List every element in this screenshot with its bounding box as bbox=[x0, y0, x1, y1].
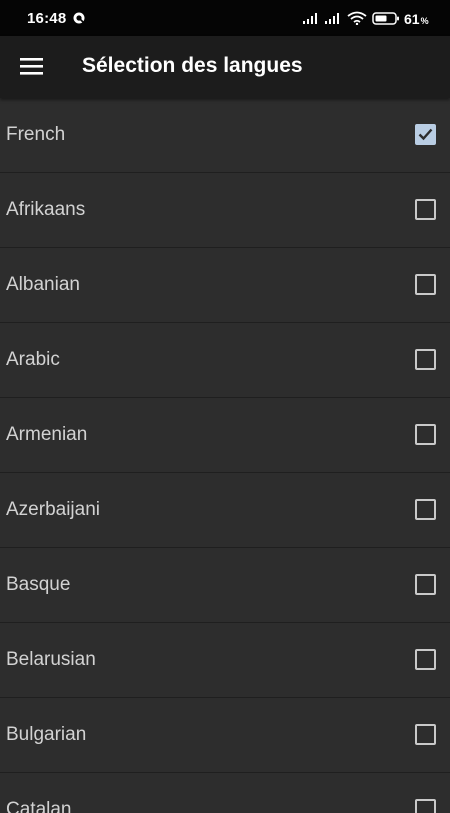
language-row[interactable]: Catalan bbox=[0, 773, 450, 813]
checkbox[interactable] bbox=[415, 424, 436, 445]
checkbox[interactable] bbox=[415, 799, 436, 813]
wifi-icon bbox=[347, 11, 367, 25]
checkbox[interactable] bbox=[415, 724, 436, 745]
battery-percentage: 61% bbox=[404, 11, 429, 27]
language-row[interactable]: French bbox=[0, 98, 450, 173]
page-title: Sélection des langues bbox=[82, 54, 303, 77]
language-label: Belarusian bbox=[6, 649, 96, 670]
notification-icon bbox=[73, 12, 85, 24]
checkbox[interactable] bbox=[415, 274, 436, 295]
language-label: Albanian bbox=[6, 274, 80, 295]
checkbox[interactable] bbox=[415, 199, 436, 220]
language-list: French Afrikaans Albanian Arabic Armenian Aze… bbox=[0, 98, 450, 813]
language-label: Afrikaans bbox=[6, 199, 86, 220]
language-label: Basque bbox=[6, 574, 71, 595]
language-label: Catalan bbox=[6, 799, 72, 813]
language-label: Azerbaijani bbox=[6, 499, 100, 520]
hamburger-menu-icon bbox=[20, 58, 43, 75]
language-label: French bbox=[6, 124, 66, 145]
signal-icon bbox=[325, 13, 339, 24]
language-row[interactable]: Armenian bbox=[0, 398, 450, 473]
language-label: Armenian bbox=[6, 424, 88, 445]
menu-button[interactable] bbox=[10, 43, 54, 91]
language-label: Bulgarian bbox=[6, 724, 87, 745]
checkmark-icon bbox=[418, 128, 433, 141]
battery-icon bbox=[372, 12, 399, 25]
checkbox-checked[interactable] bbox=[415, 124, 436, 145]
app-bar: Sélection des langues bbox=[0, 36, 450, 98]
language-row[interactable]: Afrikaans bbox=[0, 173, 450, 248]
checkbox[interactable] bbox=[415, 349, 436, 370]
signal-icon bbox=[303, 13, 317, 24]
language-label: Arabic bbox=[6, 349, 60, 370]
language-row[interactable]: Basque bbox=[0, 548, 450, 623]
language-row[interactable]: Albanian bbox=[0, 248, 450, 323]
language-row[interactable]: Azerbaijani bbox=[0, 473, 450, 548]
status-time: 16:48 bbox=[27, 10, 67, 27]
language-row[interactable]: Arabic bbox=[0, 323, 450, 398]
language-row[interactable]: Belarusian bbox=[0, 623, 450, 698]
checkbox[interactable] bbox=[415, 574, 436, 595]
checkbox[interactable] bbox=[415, 649, 436, 670]
checkbox[interactable] bbox=[415, 499, 436, 520]
language-row[interactable]: Bulgarian bbox=[0, 698, 450, 773]
status-bar: 16:48 61% bbox=[0, 0, 450, 36]
